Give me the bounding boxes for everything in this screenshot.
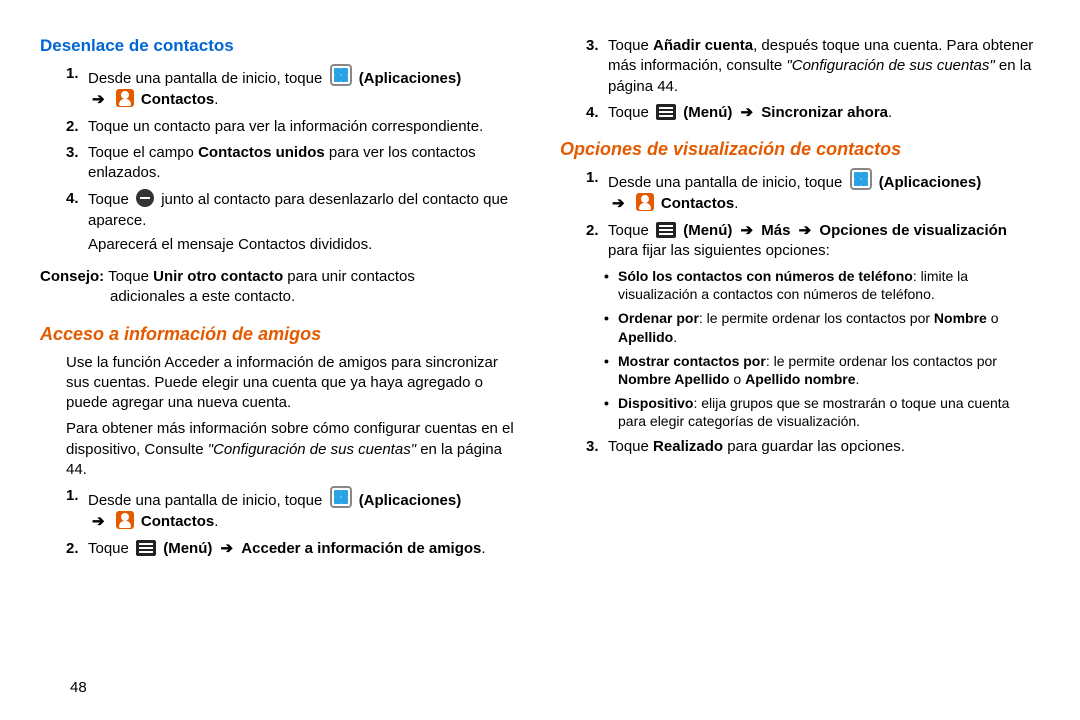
right-step-3: 3. Toque Añadir cuenta, después toque un… — [586, 36, 1040, 97]
contacts-icon — [636, 193, 654, 211]
opciones-step-1: 1. Desde una pantalla de inicio, toque (… — [586, 168, 1040, 215]
menu-icon — [136, 540, 156, 556]
unlink-icon — [136, 189, 154, 207]
step-3: 3. Toque el campo Contactos unidos para … — [66, 143, 520, 184]
arrow-icon: ➔ — [92, 513, 105, 530]
right-step-4: 4. Toque (Menú) ➔ Sincronizar ahora. — [586, 103, 1040, 123]
arrow-icon: ➔ — [92, 91, 105, 108]
para-acceso-2: Para obtener más información sobre cómo … — [66, 419, 520, 480]
apps-icon — [330, 486, 352, 508]
right-column: 3. Toque Añadir cuenta, después toque un… — [540, 30, 1040, 710]
apps-icon — [330, 64, 352, 86]
arrow-icon: ➔ — [741, 104, 754, 121]
opciones-step-2: 2. Toque (Menú) ➔ Más ➔ Opciones de visu… — [586, 221, 1040, 262]
bullet-dispositivo: • Dispositivo: elija grupos que se mostr… — [604, 394, 1040, 430]
step-4: 4. Toque junto al contacto para desenlaz… — [66, 189, 520, 255]
step-2: 2. Toque un contacto para ver la informa… — [66, 117, 520, 137]
tip-consejo: Consejo: Toque Unir otro contacto para u… — [40, 267, 520, 308]
contacts-icon — [116, 511, 134, 529]
menu-icon — [656, 104, 676, 120]
heading-acceso: Acceso a información de amigos — [40, 324, 520, 345]
heading-opciones: Opciones de visualización de contactos — [560, 139, 1040, 160]
page-number: 48 — [70, 679, 87, 696]
menu-icon — [656, 222, 676, 238]
left-column: Desenlace de contactos 1. Desde una pant… — [40, 30, 540, 710]
acceso-step-1: 1. Desde una pantalla de inicio, toque (… — [66, 486, 520, 533]
contacts-icon — [116, 89, 134, 107]
bullet-solo-contactos: • Sólo los contactos con números de telé… — [604, 267, 1040, 303]
arrow-icon: ➔ — [799, 222, 812, 239]
arrow-icon: ➔ — [221, 540, 234, 557]
heading-desenlace: Desenlace de contactos — [40, 36, 520, 56]
step-1: 1. Desde una pantalla de inicio, toque (… — [66, 64, 520, 111]
arrow-icon: ➔ — [741, 222, 754, 239]
arrow-icon: ➔ — [612, 195, 625, 212]
apps-icon — [850, 168, 872, 190]
acceso-step-2: 2. Toque (Menú) ➔ Acceder a información … — [66, 539, 520, 559]
opciones-step-3: 3. Toque Realizado para guardar las opci… — [586, 437, 1040, 457]
bullet-mostrar-por: • Mostrar contactos por: le permite orde… — [604, 352, 1040, 388]
para-acceso-1: Use la función Acceder a información de … — [66, 353, 520, 414]
bullet-ordenar-por: • Ordenar por: le permite ordenar los co… — [604, 309, 1040, 345]
